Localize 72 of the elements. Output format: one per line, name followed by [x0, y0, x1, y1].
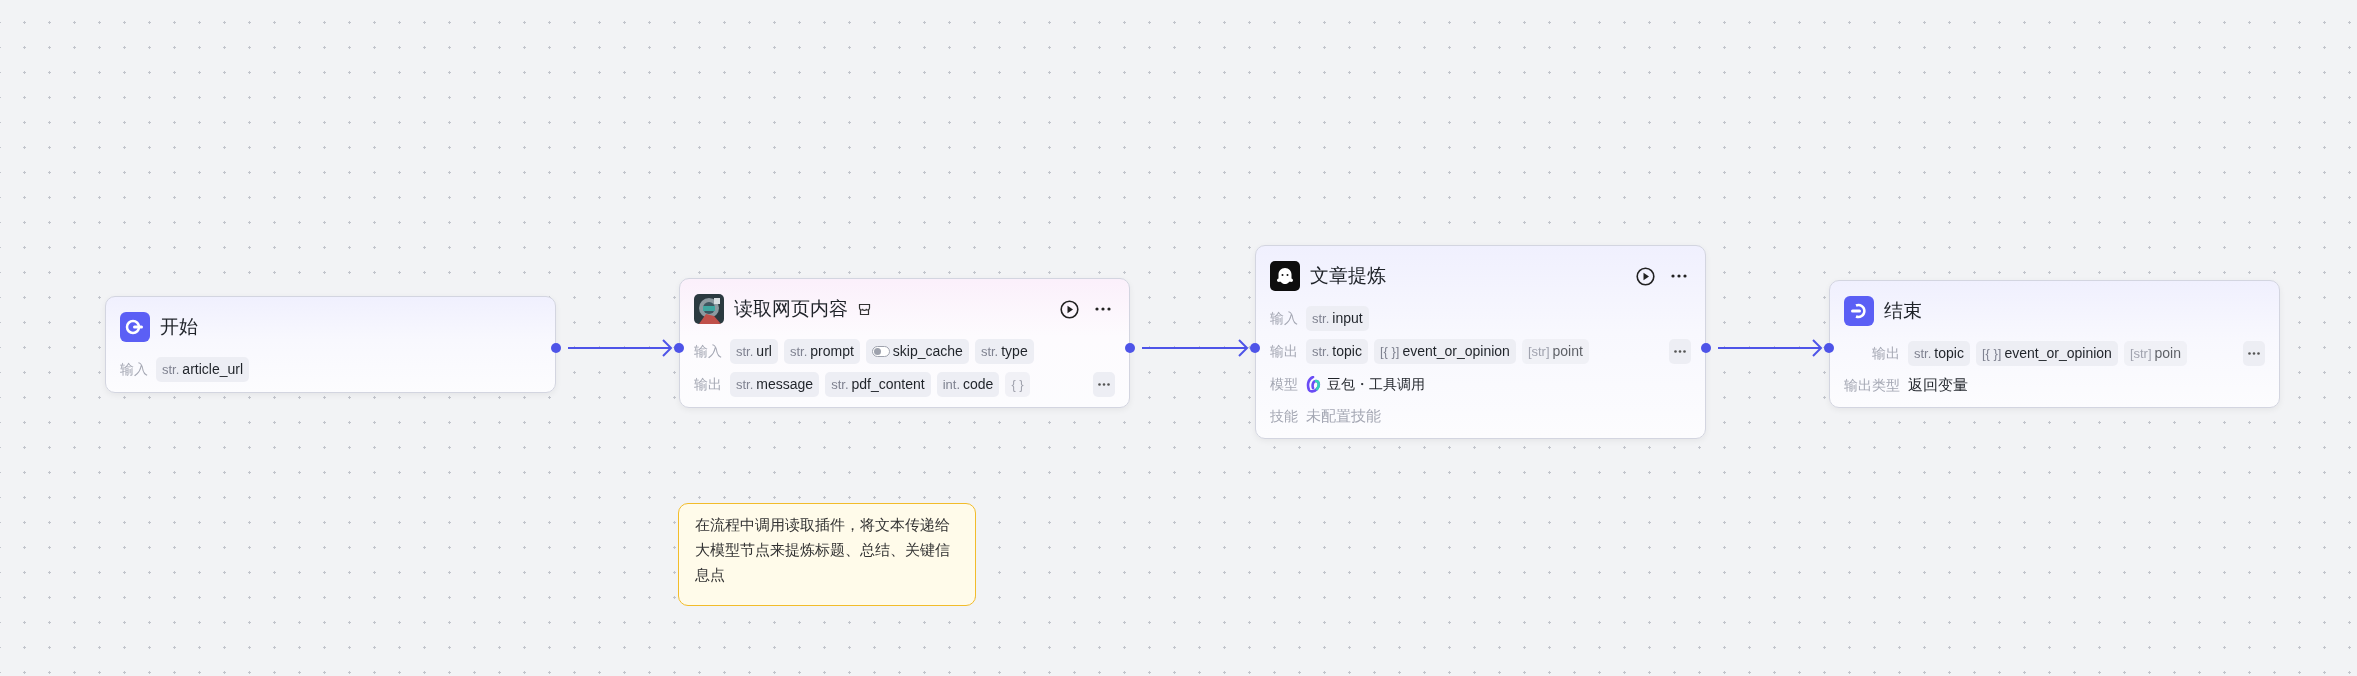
end-icon — [1844, 296, 1874, 326]
ellipsis-icon — [1671, 274, 1687, 278]
ellipsis-icon — [1098, 383, 1110, 386]
model-name: 豆包・工具调用 — [1327, 375, 1425, 394]
type-label: str. — [162, 360, 180, 379]
toggle-icon — [871, 346, 890, 357]
row-label: 输出 — [1872, 344, 1900, 363]
type-label: [{ }] — [1981, 344, 2002, 363]
variable-name: pdf_content — [851, 375, 925, 394]
ellipsis-icon — [2248, 352, 2260, 355]
type-label: [{ }] — [1379, 342, 1400, 361]
node-title: 开始 — [160, 314, 198, 339]
output-handle[interactable] — [1701, 343, 1711, 353]
variable-name: event_or_opinion — [2004, 344, 2112, 363]
type-label: int. — [942, 375, 960, 394]
variable-name: skip_cache — [892, 342, 963, 361]
variable-name: point — [1552, 342, 1583, 361]
type-label: { } — [1011, 375, 1024, 394]
type-label: str. — [789, 342, 808, 361]
variable-name: topic — [1332, 342, 1362, 361]
workflow-node[interactable]: 读取网页内容 输入 str. url str. prompt skip_cache str. type 输出 str. message str. pdf_content int. code { } — [679, 278, 1130, 408]
row-label: 输入 — [694, 342, 722, 361]
workflow-node[interactable]: 开始 输入 str. article_url — [105, 296, 556, 393]
model-logo-icon — [1306, 376, 1321, 393]
row-label: 输出 — [694, 375, 722, 394]
run-button[interactable] — [1059, 299, 1079, 319]
node-title: 结束 — [1884, 298, 1922, 323]
type-label: str. — [1312, 342, 1330, 361]
sticky-note[interactable]: 在流程中调用读取插件，将文本传递给大模型节点来提炼标题、总结、关键信息点 — [678, 503, 976, 606]
ghost-icon — [1270, 261, 1300, 291]
output-handle[interactable] — [1125, 343, 1135, 353]
input-handle[interactable] — [1250, 343, 1260, 353]
type-label: str. — [831, 375, 849, 394]
row-label: 输入 — [1270, 309, 1298, 328]
row-label: 技能 — [1270, 406, 1298, 426]
node-title: 文章提炼 — [1310, 263, 1386, 288]
variable-name: url — [756, 342, 772, 361]
type-label: str. — [1914, 344, 1932, 363]
variable-name: prompt — [810, 342, 854, 361]
node-title: 读取网页内容 — [734, 296, 848, 321]
variable-name: poin — [2154, 344, 2181, 363]
row-label: 模型 — [1270, 375, 1298, 394]
row-label: 输入 — [120, 360, 148, 379]
workflow-node[interactable]: 结束 输出 str. topic [{ }] event_or_opinion [str] poin 输出类型 返回变量 — [1829, 280, 2280, 408]
ellipsis-icon — [1674, 350, 1686, 353]
value-text: 返回变量 — [1908, 375, 1968, 395]
input-handle[interactable] — [674, 343, 684, 353]
note-text: 在流程中调用读取插件，将文本传递给大模型节点来提炼标题、总结、关键信息点 — [695, 515, 951, 585]
variable-name: message — [756, 375, 814, 394]
variable-name: input — [1332, 309, 1363, 328]
play-icon — [1059, 299, 1079, 319]
type-label: str. — [1312, 309, 1330, 328]
variable-name: topic — [1934, 344, 1964, 363]
placeholder-text: 未配置技能 — [1306, 406, 1381, 426]
type-label: str. — [980, 342, 999, 361]
type-label: str. — [736, 342, 754, 361]
run-button[interactable] — [1635, 266, 1655, 286]
variable-name: article_url — [182, 360, 244, 379]
start-icon — [120, 312, 150, 342]
type-label: [str] — [1527, 342, 1550, 361]
row-label: 输出类型 — [1844, 375, 1900, 395]
ellipsis-icon — [1095, 307, 1111, 311]
output-handle[interactable] — [551, 343, 561, 353]
variable-name: type — [1001, 342, 1028, 361]
variable-name: event_or_opinion — [1402, 342, 1510, 361]
type-label: str. — [736, 375, 754, 394]
workflow-node[interactable]: 文章提炼 输入 str. input 输出 str. topic [{ }] event_or_opinion [str] point 模型 豆包・工具调用 技能 未配置技能 — [1255, 245, 1706, 439]
row-label: 输出 — [1270, 342, 1298, 361]
type-label: [str] — [2129, 344, 2152, 363]
play-icon — [1635, 266, 1655, 286]
variable-name: code — [963, 375, 994, 394]
input-handle[interactable] — [1824, 343, 1834, 353]
